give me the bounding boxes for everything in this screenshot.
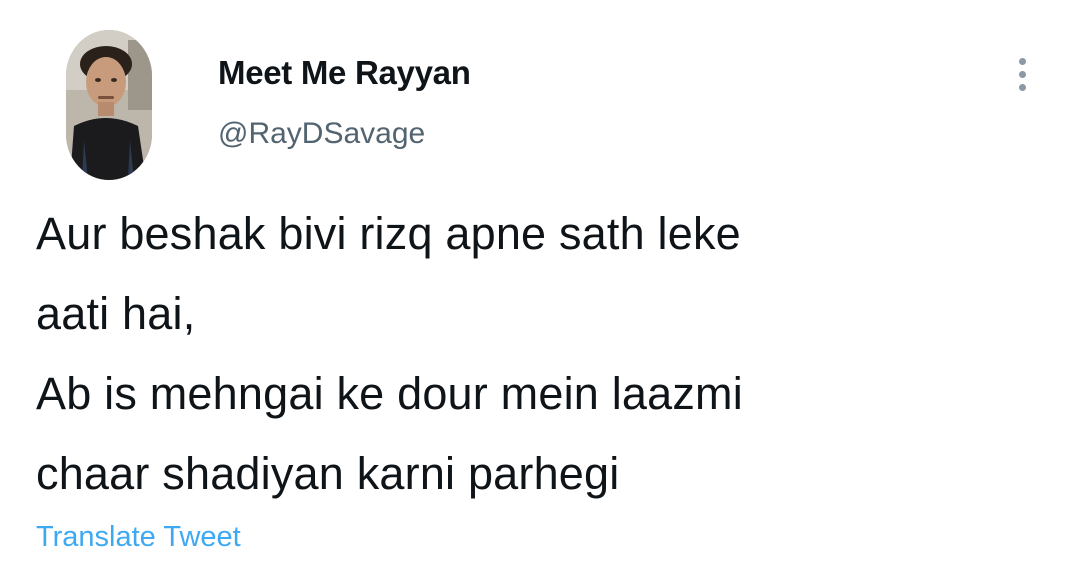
more-vertical-icon-dot	[1019, 71, 1026, 78]
more-vertical-icon	[1019, 58, 1026, 65]
tweet-text-line: Aur beshak bivi rizq apne sath leke	[36, 208, 741, 259]
tweet-card: Meet Me Rayyan @RayDSavage Aur beshak bi…	[0, 0, 1080, 577]
profile-photo-icon	[66, 30, 152, 180]
author-display-name[interactable]: Meet Me Rayyan	[218, 54, 471, 92]
tweet-text-line: aati hai,	[36, 288, 196, 339]
tweet-text-line: chaar shadiyan karni parhegi	[36, 448, 620, 499]
avatar[interactable]	[66, 30, 152, 180]
more-options-button[interactable]	[1008, 50, 1038, 100]
tweet-text: Aur beshak bivi rizq apne sath leke aati…	[36, 194, 1046, 514]
more-vertical-icon-dot	[1019, 84, 1026, 91]
tweet-text-line: Ab is mehngai ke dour mein laazmi	[36, 368, 743, 419]
translate-tweet-link[interactable]: Translate Tweet	[36, 521, 241, 554]
author-handle[interactable]: @RayDSavage	[218, 117, 425, 151]
